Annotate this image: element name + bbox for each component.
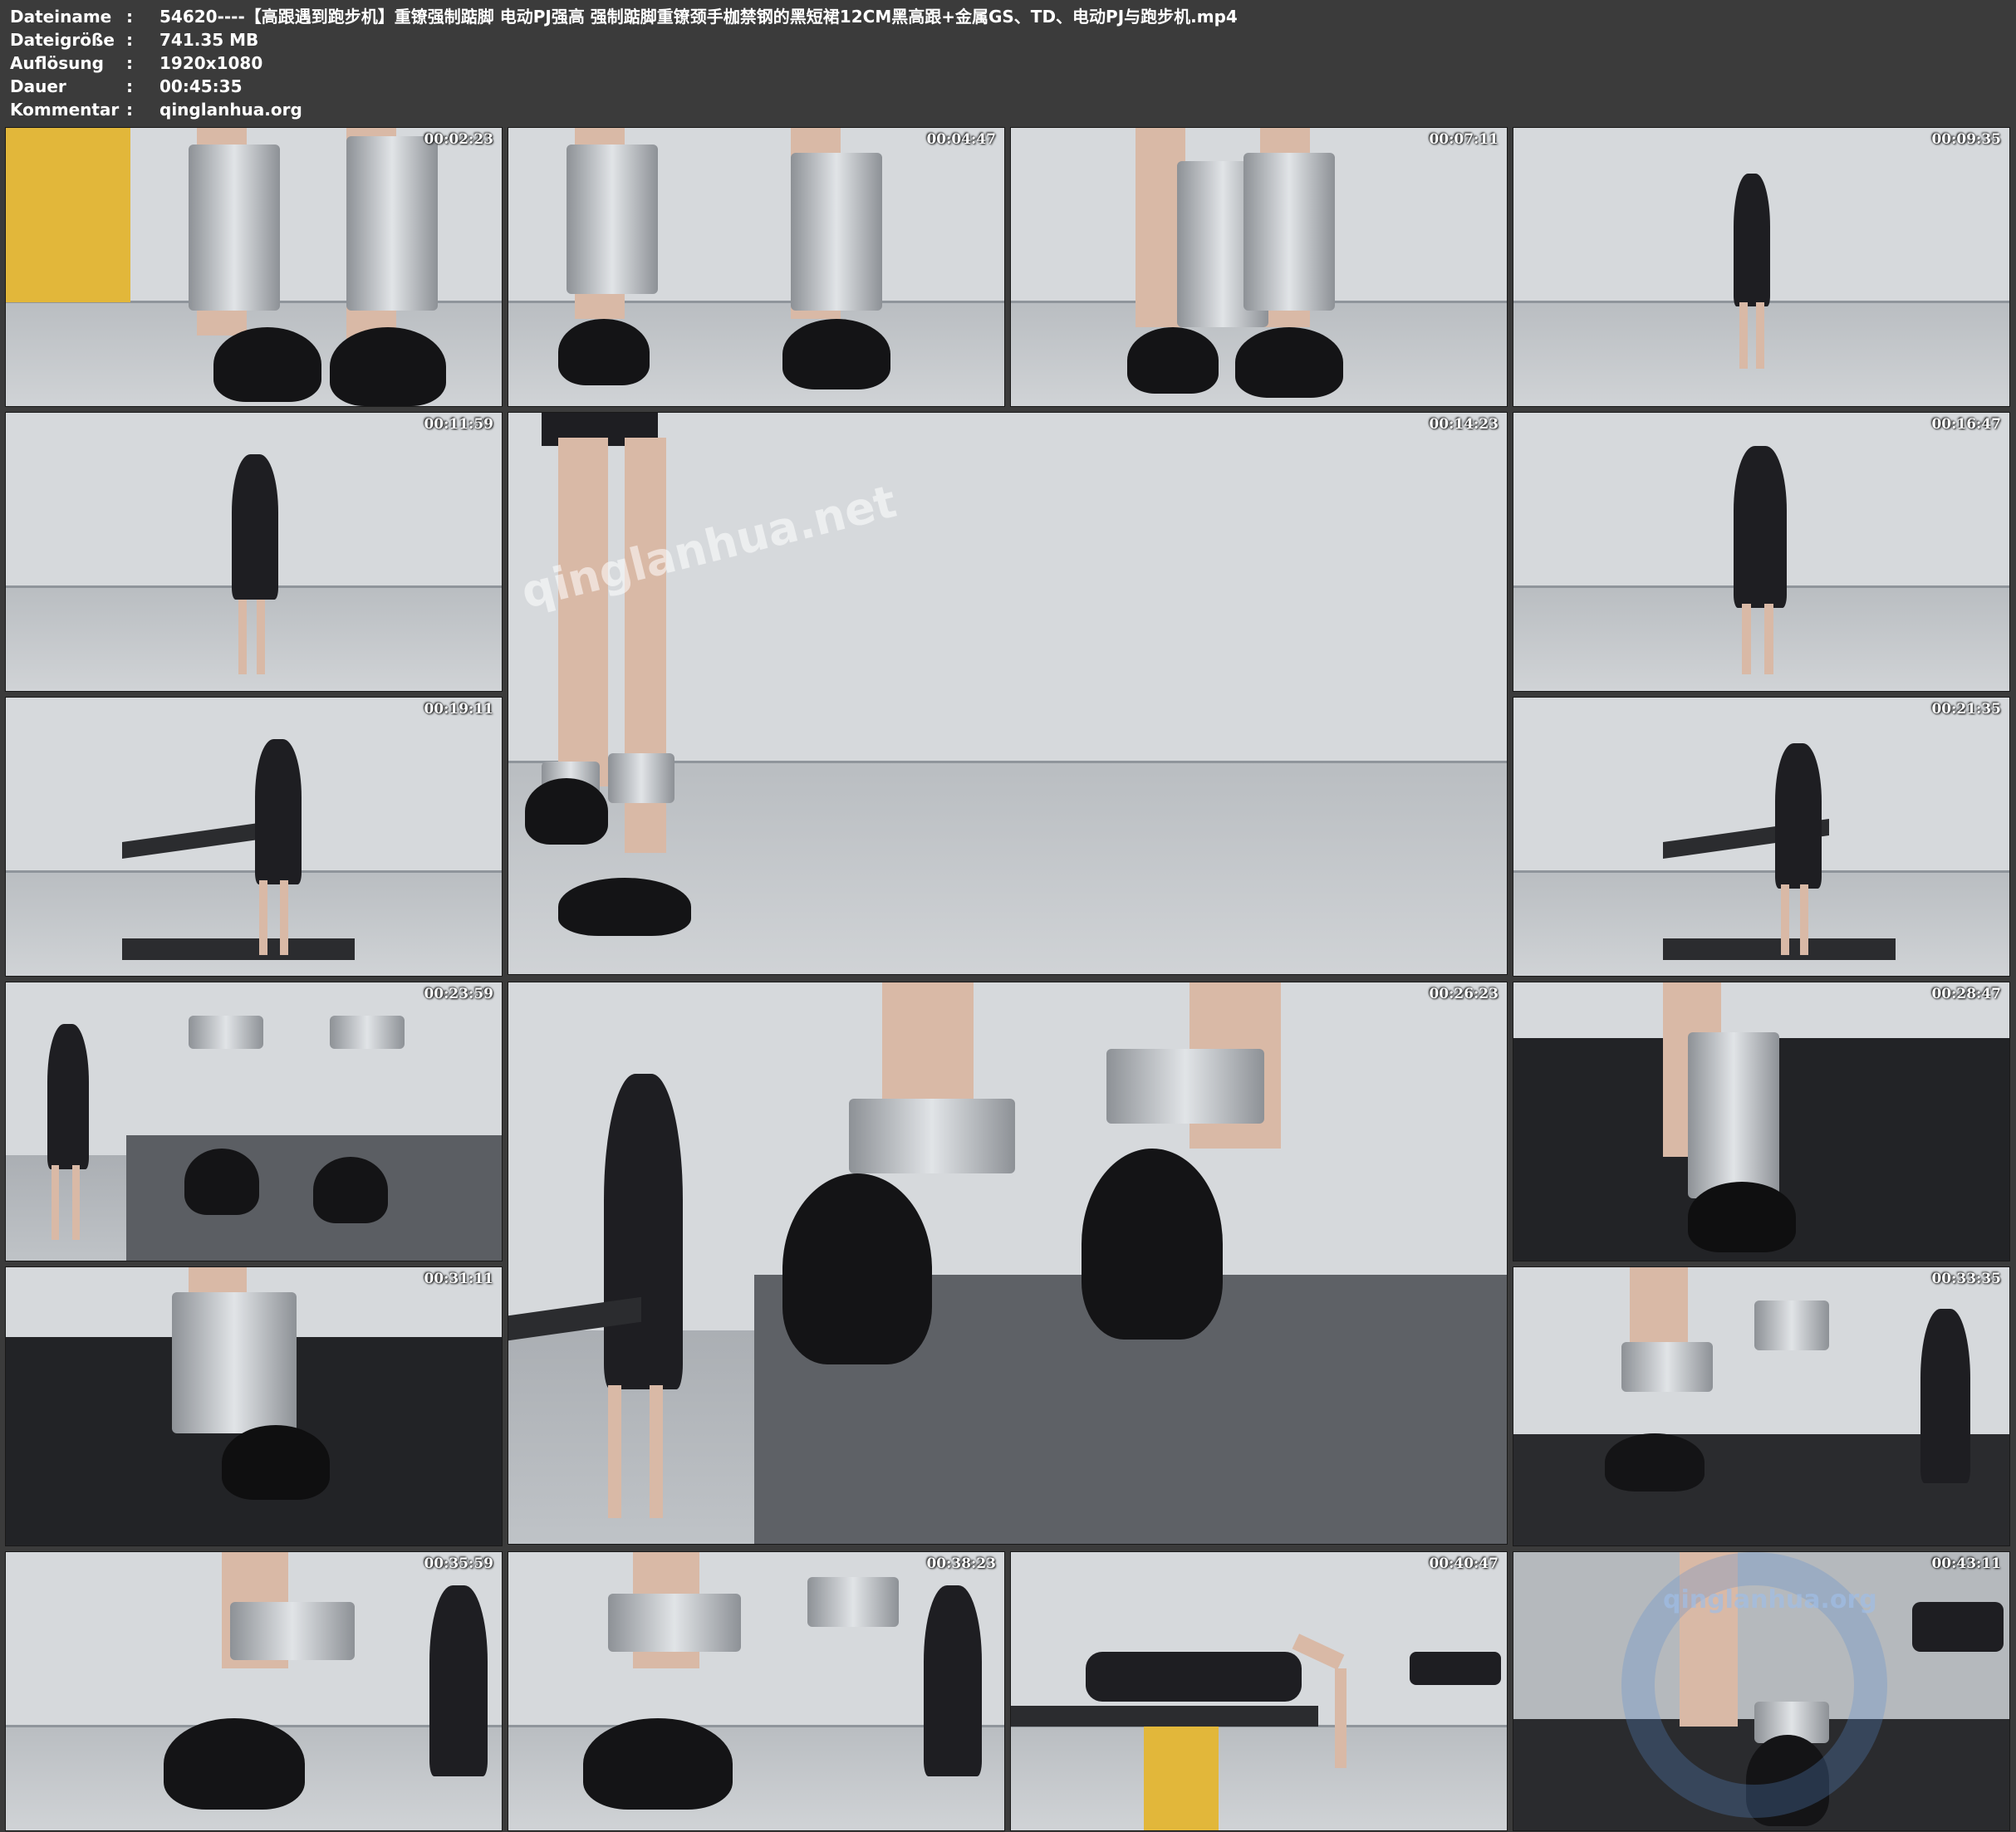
timestamp-label: 00:09:35 (1931, 131, 2001, 148)
thumbnail[interactable]: qinglanhua.org 00:43:11 (1513, 1551, 2010, 1831)
info-row-filesize: Dateigröße : 741.35 MB (10, 28, 1238, 51)
thumbnail[interactable]: 00:40:47 (1010, 1551, 1508, 1831)
thumbnail[interactable]: 00:21:35 (1513, 697, 2010, 977)
info-label: Auflösung (10, 53, 104, 73)
info-colon: : (126, 76, 133, 96)
info-value: 54620----【高跟遇到跑步机】重镣强制踮脚 电动PJ强高 强制踮脚重镣颈手… (159, 7, 1238, 27)
timestamp-label: 00:28:47 (1931, 986, 2001, 1002)
info-label: Kommentar (10, 100, 120, 120)
watermark-text: qinglanhua.org (1663, 1585, 1877, 1614)
info-row-resolution: Auflösung : 1920x1080 (10, 51, 1238, 75)
info-label: Dateigröße (10, 30, 115, 50)
timestamp-label: 00:11:59 (424, 416, 493, 433)
info-colon: : (126, 100, 133, 120)
timestamp-label: 00:35:59 (424, 1555, 493, 1572)
timestamp-label: 00:26:23 (1429, 986, 1499, 1002)
timestamp-label: 00:38:23 (926, 1555, 996, 1572)
thumbnail[interactable]: 00:19:11 (5, 697, 503, 977)
info-row-duration: Dauer : 00:45:35 (10, 75, 1238, 98)
timestamp-label: 00:23:59 (424, 986, 493, 1002)
thumbnail[interactable]: 00:35:59 (5, 1551, 503, 1831)
thumbnail[interactable]: 00:33:35 (1513, 1266, 2010, 1546)
timestamp-label: 00:16:47 (1931, 416, 2001, 433)
info-label: Dateiname (10, 7, 112, 27)
thumbnail[interactable]: 00:09:35 (1513, 127, 2010, 407)
thumbnail[interactable]: 00:31:11 (5, 1266, 503, 1546)
timestamp-label: 00:14:23 (1429, 416, 1499, 433)
thumbnail-large[interactable]: qinglanhua.net 00:14:23 (508, 412, 1508, 975)
timestamp-label: 00:02:23 (424, 131, 493, 148)
thumbnail[interactable]: 00:38:23 (508, 1551, 1005, 1831)
timestamp-label: 00:21:35 (1931, 701, 2001, 718)
info-colon: : (126, 30, 133, 50)
info-value: qinglanhua.org (159, 100, 302, 120)
timestamp-label: 00:04:47 (926, 131, 996, 148)
thumbnail-large[interactable]: 00:26:23 (508, 982, 1508, 1545)
file-info-header: Dateiname : 54620----【高跟遇到跑步机】重镣强制踮脚 电动P… (10, 5, 1238, 121)
info-label: Dauer (10, 76, 66, 96)
info-value: 741.35 MB (159, 30, 259, 50)
info-value: 1920x1080 (159, 53, 263, 73)
thumbnail[interactable]: 00:16:47 (1513, 412, 2010, 692)
timestamp-label: 00:40:47 (1429, 1555, 1499, 1572)
thumbnail[interactable]: 00:04:47 (508, 127, 1005, 407)
timestamp-label: 00:31:11 (424, 1271, 493, 1287)
timestamp-label: 00:19:11 (424, 701, 493, 718)
info-colon: : (126, 7, 133, 27)
info-row-filename: Dateiname : 54620----【高跟遇到跑步机】重镣强制踮脚 电动P… (10, 5, 1238, 28)
thumbnail[interactable]: 00:11:59 (5, 412, 503, 692)
thumbnail[interactable]: 00:28:47 (1513, 982, 2010, 1261)
info-row-comment: Kommentar : qinglanhua.org (10, 98, 1238, 121)
info-colon: : (126, 53, 133, 73)
timestamp-label: 00:33:35 (1931, 1271, 2001, 1287)
info-value: 00:45:35 (159, 76, 243, 96)
thumbnail[interactable]: 00:07:11 (1010, 127, 1508, 407)
thumbnail[interactable]: 00:02:23 (5, 127, 503, 407)
thumbnail[interactable]: 00:23:59 (5, 982, 503, 1261)
timestamp-label: 00:07:11 (1429, 131, 1499, 148)
timestamp-label: 00:43:11 (1931, 1555, 2001, 1572)
